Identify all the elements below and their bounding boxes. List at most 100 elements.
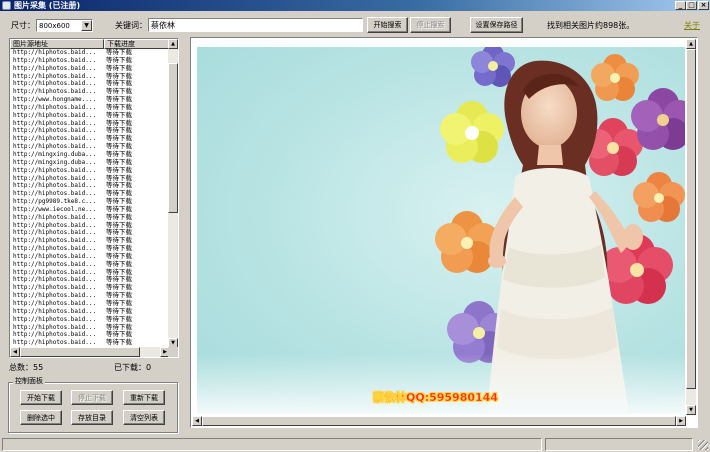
row-url: http://hiphotos.baid... [13, 252, 97, 260]
preview-panel[interactable]: 蔡依林QQ:595980144 ▲ ▼ ◀ ▶ [190, 37, 698, 428]
table-row[interactable]: http://hiphotos.baid... 等待下载 [10, 103, 170, 112]
table-row[interactable]: http://hiphotos.baid... 等待下载 [10, 244, 170, 253]
table-row[interactable]: http://hiphotos.baid... 等待下载 [10, 213, 170, 222]
preview-horizontal-scrollbar[interactable]: ◀ ▶ [192, 416, 686, 426]
row-url: http://hiphotos.baid... [13, 323, 97, 331]
row-url: http://hiphotos.baid... [13, 260, 97, 268]
row-status: 等待下载 [106, 338, 132, 347]
table-row[interactable]: http://hiphotos.baid... 等待下载 [10, 181, 170, 190]
table-row[interactable]: http://hiphotos.baid... 等待下载 [10, 323, 170, 332]
resize-grip-icon[interactable] [698, 440, 708, 450]
row-url: http://hiphotos.baid... [13, 292, 97, 300]
table-row[interactable]: http://hiphotos.baid... 等待下载 [10, 299, 170, 308]
keyword-label: 关键词： [115, 21, 147, 30]
stop-download-button[interactable]: 停止下载 [71, 390, 113, 405]
table-row[interactable]: http://hiphotos.baid... 等待下载 [10, 236, 170, 245]
start-download-button[interactable]: 开始下载 [20, 390, 62, 405]
list-header: 图片源地址 下载进度 [10, 39, 170, 49]
table-row[interactable]: http://mingxing.duba... 等待下载 [10, 158, 170, 167]
delete-selected-button[interactable]: 删除选中 [20, 410, 62, 425]
table-row[interactable]: http://hiphotos.baid... 等待下载 [10, 260, 170, 269]
total-count: 总数：55 [9, 363, 44, 372]
column-header-url[interactable]: 图片源地址 [10, 39, 104, 49]
table-row[interactable]: http://hiphotos.baid... 等待下载 [10, 80, 170, 88]
row-url: http://hiphotos.baid... [13, 143, 97, 151]
table-row[interactable]: http://hiphotos.baid... 等待下载 [10, 338, 170, 347]
control-panel-title: 控制面板 [13, 377, 45, 386]
preview-vertical-scrollbar[interactable]: ▲ ▼ [686, 39, 696, 415]
row-url: http://hiphotos.baid... [13, 182, 97, 190]
table-row[interactable]: http://hiphotos.baid... 等待下载 [10, 56, 170, 65]
table-row[interactable]: http://hiphotos.baid... 等待下载 [10, 142, 170, 151]
maximize-button[interactable]: □ [686, 1, 697, 10]
table-row[interactable]: http://hiphotos.baid... 等待下载 [10, 72, 170, 81]
table-row[interactable]: http://hiphotos.baid... 等待下载 [10, 119, 170, 128]
table-row[interactable]: http://hiphotos.baid... 等待下载 [10, 307, 170, 316]
list-hscroll-thumb[interactable] [20, 347, 140, 357]
keyword-input[interactable] [148, 18, 363, 32]
list-vertical-scrollbar[interactable]: ▲ ▼ [168, 39, 178, 348]
table-row[interactable]: http://hiphotos.baid... 等待下载 [10, 127, 170, 135]
set-save-path-button[interactable]: 设置保存路径 [470, 17, 523, 33]
scroll-left-arrow-icon[interactable]: ◀ [10, 347, 20, 357]
table-row[interactable]: http://hiphotos.baid... 等待下载 [10, 283, 170, 292]
table-row[interactable]: http://hiphotos.baid... 等待下载 [10, 174, 170, 183]
scroll-corner [168, 347, 178, 357]
redownload-button[interactable]: 重新下载 [123, 390, 165, 405]
title-bar[interactable]: 图片采集 (已注册) [0, 0, 710, 11]
table-row[interactable]: http://hiphotos.baid... 等待下载 [10, 134, 170, 143]
row-url: http://hiphotos.baid... [13, 213, 97, 221]
search-result-text: 找到相关图片约898张。 [547, 21, 635, 30]
close-button[interactable]: × [698, 1, 709, 10]
url-list[interactable]: 图片源地址 下载进度 http://hiphotos.baid... 等待下载 ht… [9, 38, 179, 358]
table-row[interactable]: http://hiphotos.baid... 等待下载 [10, 48, 170, 57]
row-url: http://hiphotos.baid... [13, 268, 97, 276]
table-row[interactable]: http://hiphotos.baid... 等待下载 [10, 189, 170, 198]
table-row[interactable]: http://hiphotos.baid... 等待下载 [10, 166, 170, 175]
scroll-down-arrow-icon[interactable]: ▼ [686, 405, 696, 415]
scroll-up-arrow-icon[interactable]: ▲ [686, 39, 696, 49]
table-row[interactable]: http://hiphotos.baid... 等待下载 [10, 331, 170, 339]
table-row[interactable]: http://hiphotos.baid... 等待下载 [10, 221, 170, 230]
row-url: http://hiphotos.baid... [13, 72, 97, 80]
preview-hscroll-thumb[interactable] [202, 416, 676, 426]
preview-scroll-thumb[interactable] [686, 49, 696, 389]
row-url: http://hiphotos.baid... [13, 300, 97, 307]
table-row[interactable]: http://hiphotos.baid... 等待下载 [10, 315, 170, 324]
size-select[interactable]: 800x600 ▼ [36, 19, 93, 32]
row-url: http://hiphotos.baid... [13, 119, 97, 127]
row-url: http://www.iecool.ne... [13, 205, 97, 213]
table-row[interactable]: http://hiphotos.baid... 等待下载 [10, 87, 170, 96]
table-row[interactable]: http://mingxing.duba... 等待下载 [10, 150, 170, 159]
table-row[interactable]: http://hiphotos.baid... 等待下载 [10, 111, 170, 120]
table-row[interactable]: http://hiphotos.baid... 等待下载 [10, 229, 170, 237]
table-row[interactable]: http://hiphotos.baid... 等待下载 [10, 276, 170, 284]
table-row[interactable]: http://pg9989.tke8.c... 等待下载 [10, 197, 170, 206]
clear-list-button[interactable]: 清空列表 [123, 410, 165, 425]
row-url: http://hiphotos.baid... [13, 103, 97, 111]
open-save-dir-button[interactable]: 存放目录 [71, 410, 113, 425]
table-row[interactable]: http://hiphotos.baid... 等待下载 [10, 268, 170, 277]
table-row[interactable]: http://hiphotos.baid... 等待下载 [10, 64, 170, 73]
app-icon [2, 1, 11, 10]
table-row[interactable]: http://hiphotos.baid... 等待下载 [10, 291, 170, 300]
list-horizontal-scrollbar[interactable]: ◀ ▶ [10, 347, 170, 357]
minimize-button[interactable]: _ [675, 1, 686, 10]
window-title: 图片采集 (已注册) [14, 1, 81, 10]
list-scroll-thumb[interactable] [168, 62, 178, 213]
bottom-fade [197, 354, 685, 414]
scroll-up-arrow-icon[interactable]: ▲ [168, 39, 178, 49]
table-row[interactable]: http://www.hongname.... 等待下载 [10, 95, 170, 104]
table-row[interactable]: http://hiphotos.baid... 等待下载 [10, 252, 170, 261]
scroll-left-arrow-icon[interactable]: ◀ [192, 416, 202, 426]
row-url: http://hiphotos.baid... [13, 80, 97, 88]
row-url: http://hiphotos.baid... [13, 127, 97, 135]
stop-search-button[interactable]: 停止搜索 [410, 17, 451, 33]
about-link[interactable]: 关于 [684, 20, 700, 31]
table-row[interactable]: http://www.iecool.ne... 等待下载 [10, 205, 170, 214]
scroll-right-arrow-icon[interactable]: ▶ [676, 416, 686, 426]
start-search-button[interactable]: 开始搜索 [367, 17, 408, 33]
row-url: http://www.hongname.... [13, 96, 97, 104]
chevron-down-icon[interactable]: ▼ [81, 20, 92, 31]
status-pane-main [2, 438, 542, 451]
